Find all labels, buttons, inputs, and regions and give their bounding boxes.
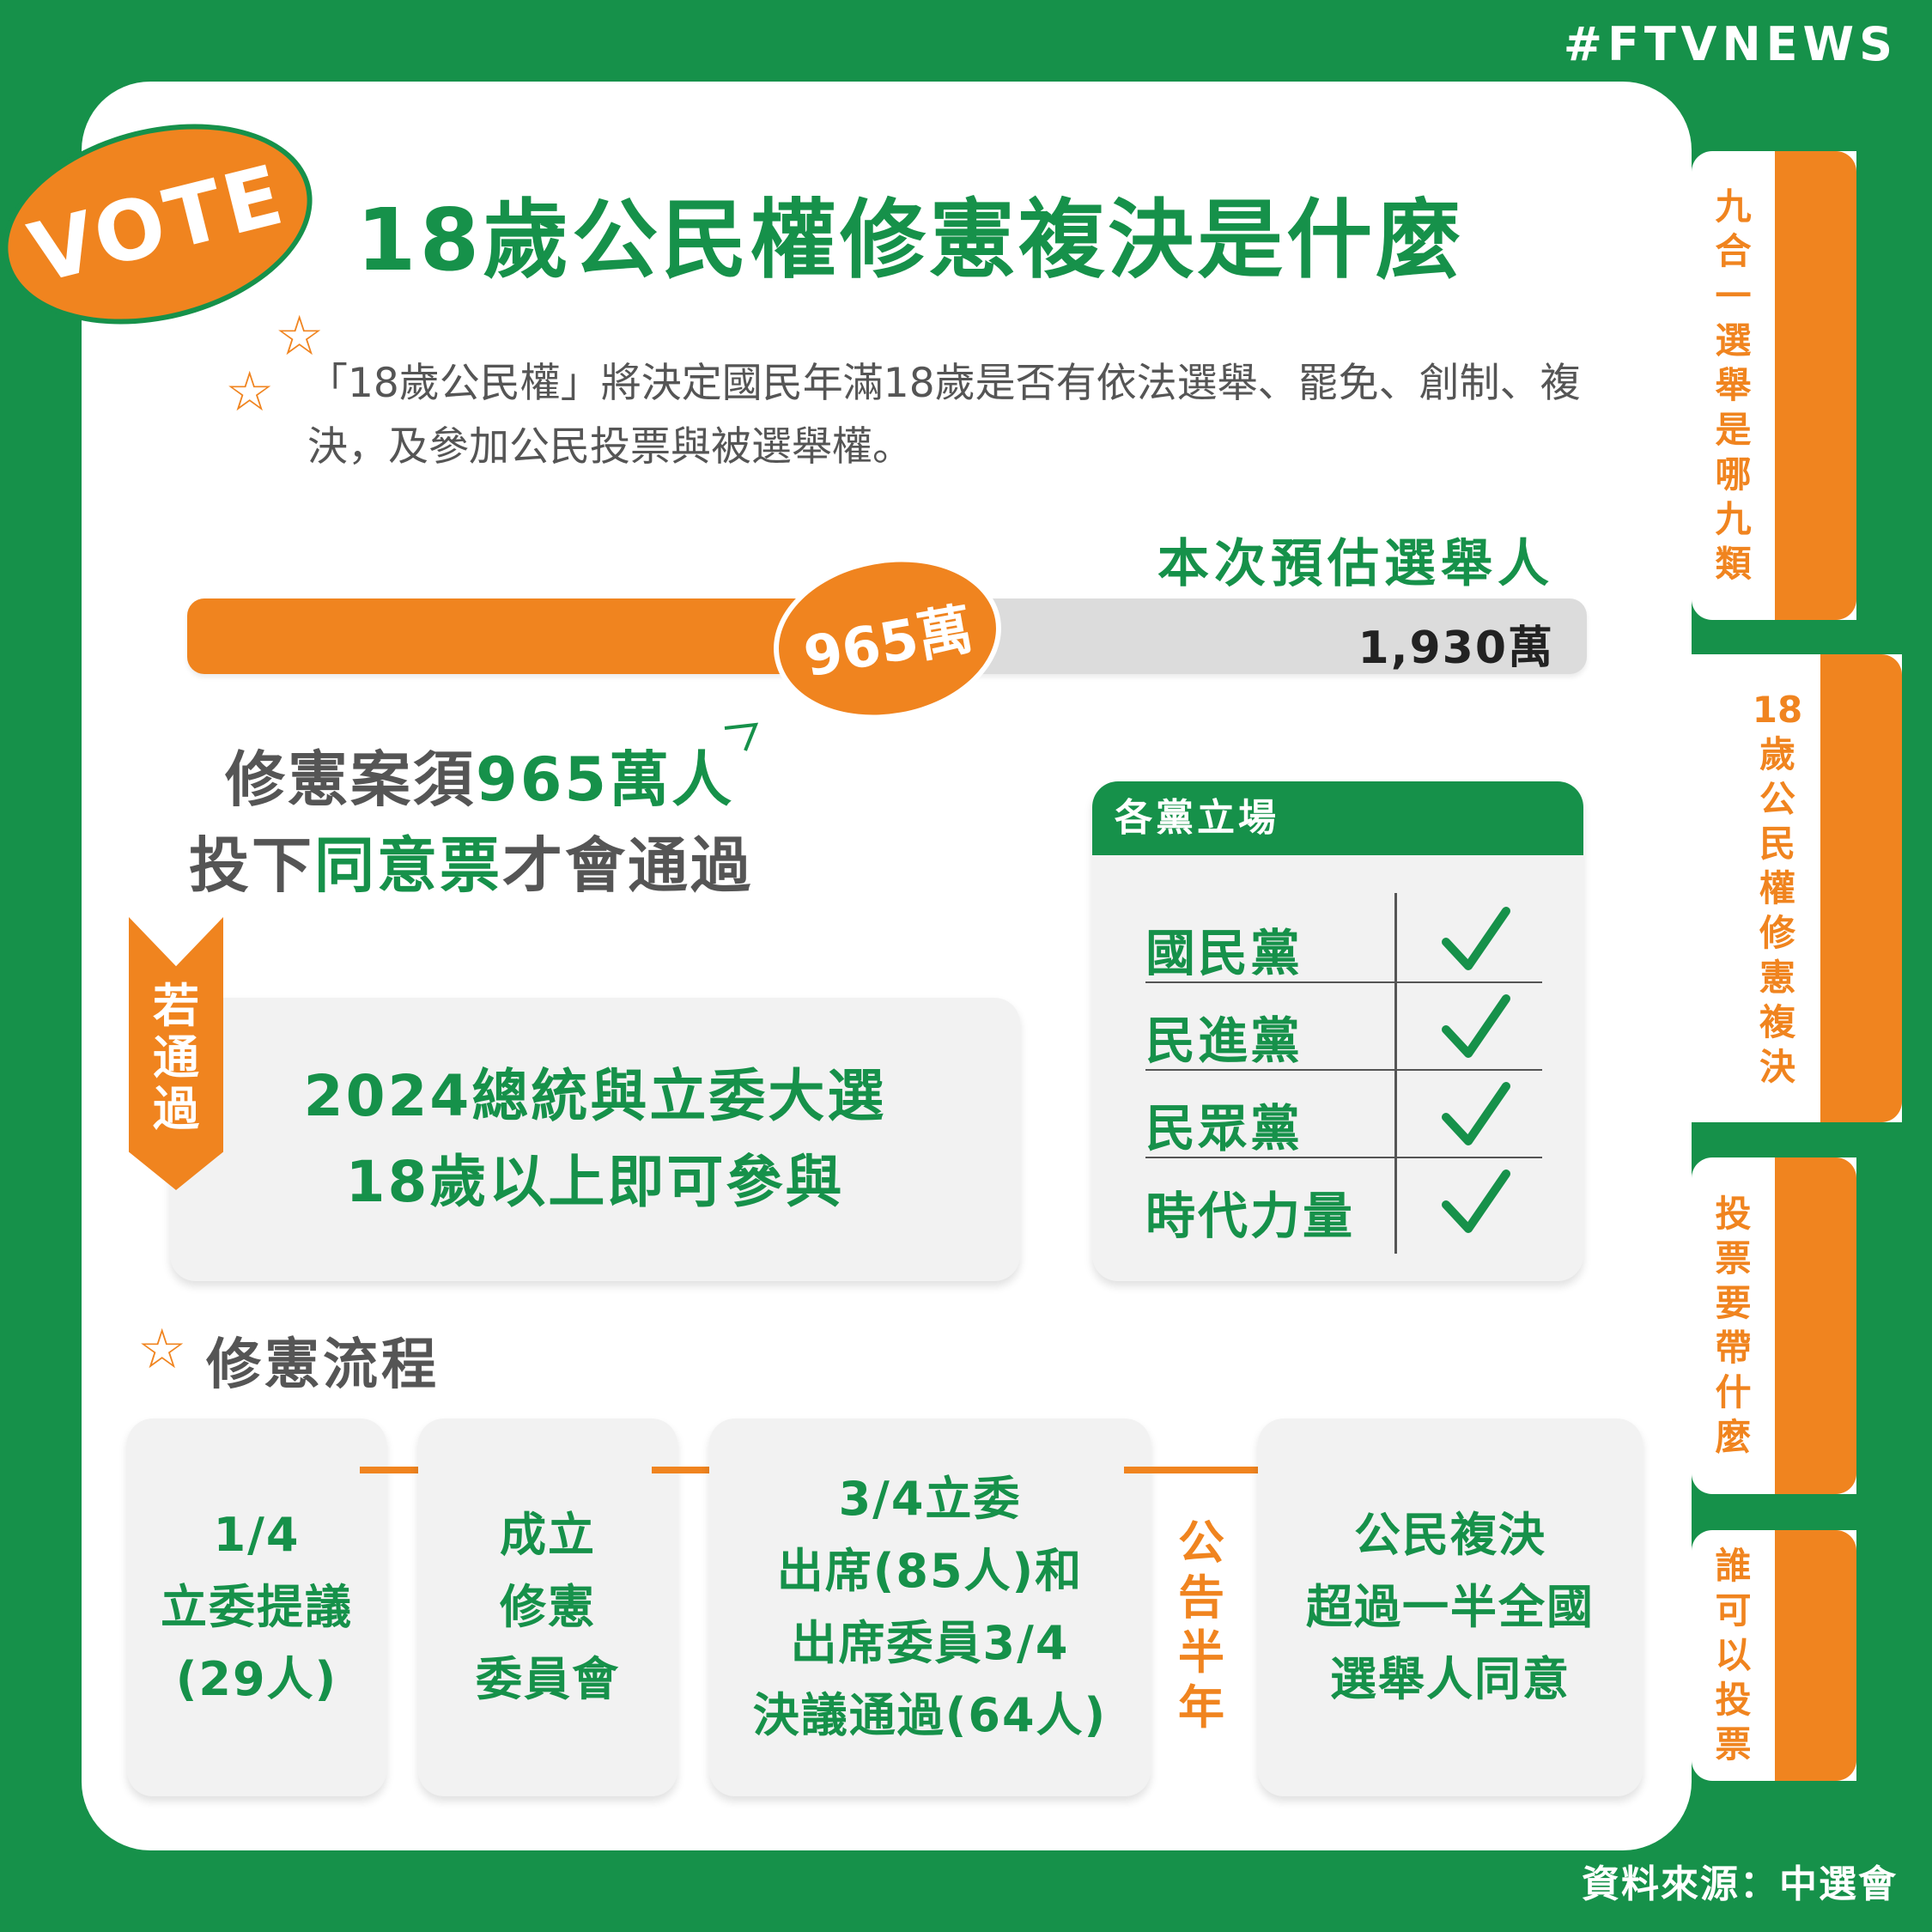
party-positions: 各黨立場 國民黨 民進黨 民眾黨 時代力量 (1092, 781, 1583, 1281)
party-row: 時代力量 (1145, 1160, 1542, 1246)
if-pass-box: 2024總統與立委大選 18歲以上即可參與 (170, 998, 1020, 1281)
party-name: 民眾黨 (1145, 1099, 1303, 1157)
party-name: 時代力量 (1145, 1187, 1356, 1245)
brand-hashtag: #FTVNEWS (1563, 17, 1898, 71)
check-icon (1442, 994, 1510, 1058)
side-tab-label: 九合一選舉是哪九類 (1715, 185, 1752, 585)
process-title: 修憲流程 (206, 1334, 440, 1397)
process-step-1: 1/4 立委提議 (29人) (127, 1419, 386, 1796)
side-tab-3[interactable]: 投票要帶什麼 (1692, 1157, 1856, 1494)
process-step-4: 公民複決 超過一半全國 選舉人同意 (1258, 1419, 1643, 1796)
check-icon (1442, 1170, 1510, 1233)
announce-label: 公告半年 (1178, 1516, 1224, 1735)
side-tab-4[interactable]: 誰可以投票 (1692, 1530, 1856, 1781)
party-name: 國民黨 (1145, 924, 1303, 982)
check-icon (1442, 907, 1510, 970)
if-pass-line2: 18歲以上即可參與 (345, 1149, 845, 1215)
check-icon (1442, 1082, 1510, 1145)
star-icon: ☆ (137, 1318, 187, 1382)
party-row: 民眾黨 (1145, 1072, 1542, 1158)
party-header: 各黨立場 (1092, 781, 1583, 855)
side-tab-label: 誰可以投票 (1715, 1545, 1752, 1765)
star-icon: ☆ (225, 361, 275, 424)
electorate-label: 本次預估選舉人 (1157, 534, 1554, 594)
requirement-text: 修憲案須965萬人 投下同意票才會通過 (189, 744, 753, 901)
party-row: 民進黨 (1145, 985, 1542, 1071)
electorate-total: 1,930萬 (1358, 623, 1554, 674)
if-pass-line1: 2024總統與立委大選 (303, 1063, 887, 1129)
side-tab-label: 投票要帶什麼 (1715, 1193, 1752, 1458)
party-row: 國民黨 (1145, 897, 1542, 983)
process-step-3: 3/4立委 出席(85人)和 出席委員3/4 決議通過(64人) (709, 1419, 1151, 1796)
description: 「18歲公民權」將決定國民年滿18歲是否有依法選舉、罷免、創制、複決，及參加公民… (307, 360, 1581, 471)
process-step-2: 成立 修憲 委員會 (418, 1419, 677, 1796)
page-title: 18歲公民權修憲複決是什麼 (356, 190, 1466, 290)
party-name: 民進黨 (1145, 1012, 1303, 1070)
side-tab-1[interactable]: 九合一選舉是哪九類 (1692, 151, 1856, 620)
source-note: 資料來源：中選會 (1582, 1862, 1898, 1906)
